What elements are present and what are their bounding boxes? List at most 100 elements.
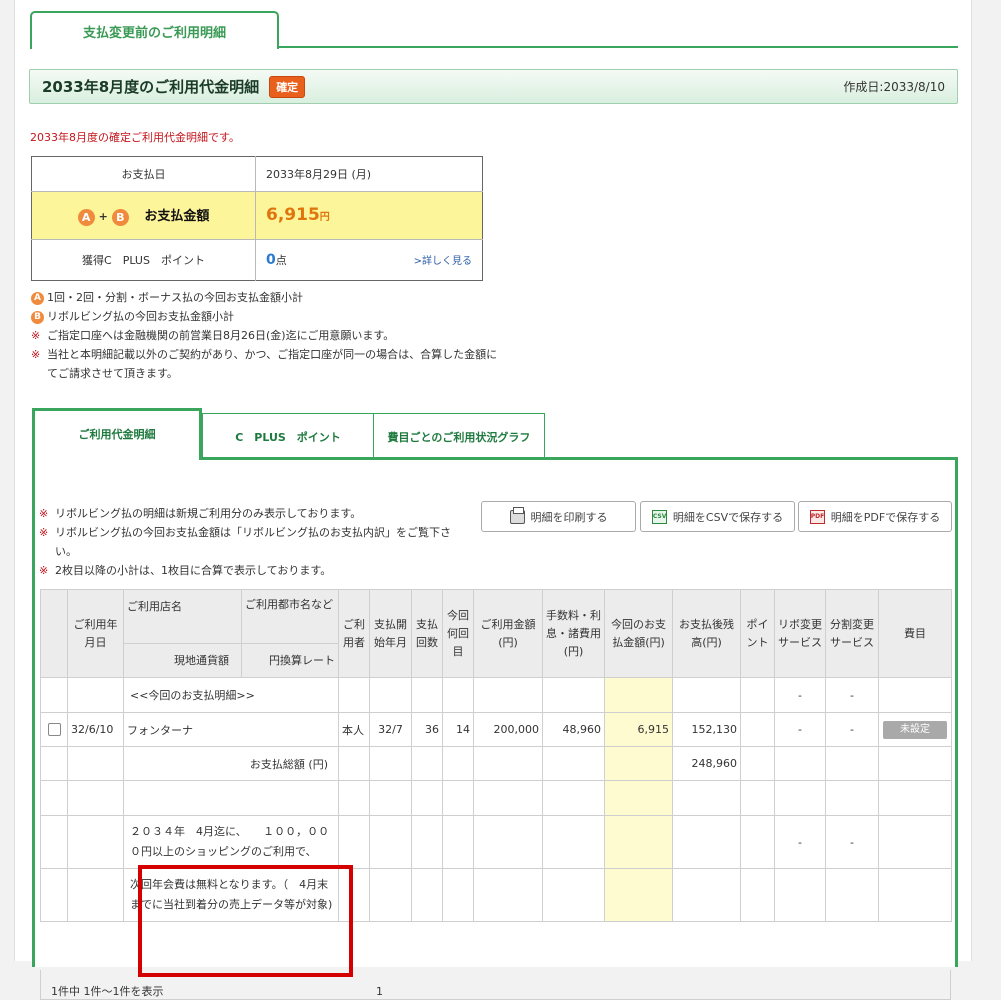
panel-note: リボルビング払の今回お支払金額は「リボルビング払のお支払内訳」をご覧下さい。 — [55, 526, 451, 558]
asterisk-icon: ※ — [39, 526, 49, 539]
pdf-save-button[interactable]: PDF 明細をPDFで保存する — [798, 501, 952, 532]
csv-icon: CSV — [651, 509, 667, 524]
pagination: 1件中 1件〜1件を表示 1 — [40, 970, 951, 1000]
points-label: 獲得C PLUS ポイント — [31, 239, 256, 281]
row-this-pay: 6,915 — [604, 712, 673, 747]
csv-save-button[interactable]: CSV 明細をCSVで保存する — [640, 501, 795, 532]
header-city: ご利用都市名など — [241, 589, 339, 644]
table-row: 次回年会費は無料となります。（ 4月末までに当社到着分の売上データ等が対象) — [40, 868, 952, 922]
asterisk-icon: ※ — [31, 348, 41, 361]
revo-value: - — [774, 712, 826, 747]
row-fee: 48,960 — [542, 712, 605, 747]
asterisk-icon: ※ — [31, 329, 41, 342]
promo-text-1: ２０３４年 4月迄に、 １００，０００円以上のショッピングのご利用で、 — [123, 815, 339, 869]
note-text: リボルビング払の今回お支払金額小計 — [47, 310, 234, 323]
circle-a-icon: A — [77, 208, 95, 226]
pay-amount-label: お支払金額 — [144, 209, 210, 225]
row-date: 32/6/10 — [67, 712, 124, 747]
tab-panel: ※ リボルビング払の明細は新規ご利用分のみ表示しております。 ※ リボルビング払の今… — [32, 457, 958, 1000]
tab-cplus-points[interactable]: C PLUS ポイント — [202, 413, 374, 460]
header-balance: お支払後残高(円) — [672, 589, 741, 678]
pay-amount-label-cell: A + B お支払金額 — [31, 191, 256, 241]
summary-notes: A 1回・2回・分割・ボーナス払の今回お支払金額小計 B リボルビング払の今回お支払… — [31, 288, 501, 383]
pay-amount-cell: 6,915円 — [255, 191, 483, 241]
split-value: - — [825, 815, 879, 869]
note-text: 当社と本明細記載以外のご契約があり、かつ、ご指定口座が同一の場合は、合算した金額… — [47, 348, 498, 380]
section-label: <<今回のお支払明細>> — [123, 677, 339, 713]
page: 支払変更前のご利用明細 2033年8月度のご利用代金明細 確定 作成日:2033… — [14, 0, 972, 1000]
result-count: 1件中 1件〜1件を表示 — [51, 985, 164, 998]
header-point: ポイント — [740, 589, 775, 678]
header-shop: ご利用店名 — [123, 589, 242, 644]
header-currency: 現地通貨額 — [123, 643, 242, 678]
revo-value: - — [774, 677, 826, 713]
page-number[interactable]: 1 — [376, 985, 383, 998]
csv-button-label: 明細をCSVで保存する — [672, 510, 784, 524]
detail-tabs: ご利用代金明細 C PLUS ポイント 費目ごとのご利用状況グラフ ※ リボルビン… — [32, 408, 958, 1000]
points-cell: 0点 >詳しく見る — [256, 240, 483, 281]
header-this-pay: 今回のお支払金額(円) — [604, 589, 673, 678]
circle-a-icon: A — [31, 291, 44, 305]
note-text: 1回・2回・分割・ボーナス払の今回お支払金額小計 — [47, 291, 303, 304]
tab-category-graph[interactable]: 費目ごとのご利用状況グラフ — [373, 413, 545, 460]
print-button[interactable]: 明細を印刷する — [481, 501, 636, 532]
header-fee: 手数料・利息・諸費用(円) — [542, 589, 605, 678]
header-split: 分割変更サービス — [825, 589, 879, 678]
row-balance: 152,130 — [672, 712, 741, 747]
row-start: 32/7 — [369, 712, 412, 747]
header-rate: 円換算レート — [241, 643, 339, 678]
row-count: 36 — [411, 712, 443, 747]
header-user: ご利用者 — [338, 589, 370, 678]
header-revo: リボ変更サービス — [774, 589, 826, 678]
plus-sign: + — [98, 210, 108, 224]
header-category: 費目 — [878, 589, 952, 678]
tab-usage-details[interactable]: ご利用代金明細 — [32, 408, 202, 460]
pdf-icon: PDF — [809, 509, 825, 524]
total-label: お支払総額 (円) — [123, 746, 339, 781]
circle-b-icon: B — [31, 310, 44, 324]
revo-value: - — [774, 815, 826, 869]
tab-before-change[interactable]: 支払変更前のご利用明細 — [30, 11, 279, 49]
category-unset-button[interactable]: 未設定 — [883, 720, 947, 739]
note-combined: ※ 当社と本明細記載以外のご契約があり、かつ、ご指定口座が同一の場合は、合算した金… — [31, 345, 501, 383]
row-user: 本人 — [338, 712, 370, 747]
split-value: - — [825, 677, 879, 713]
total-value: 248,960 — [672, 746, 741, 781]
usage-table: ご利用年月日 ご利用店名 ご利用都市名など ご利用者 支払開始年月 支払回数 今… — [40, 589, 952, 922]
note-text: ご指定口座へは金融機関の前営業日8月26日(金)迄にご用意願います。 — [47, 329, 395, 342]
table-row: ２０３４年 4月迄に、 １００，０００円以上のショッピングのご利用で、 - - — [40, 815, 952, 869]
pdf-button-label: 明細をPDFで保存する — [830, 510, 941, 524]
note-a: A 1回・2回・分割・ボーナス払の今回お支払金額小計 — [31, 288, 501, 307]
row-nth: 14 — [442, 712, 474, 747]
pay-date-label: お支払日 — [31, 156, 256, 192]
split-value: - — [825, 712, 879, 747]
row-shop: フォンターナ — [123, 712, 339, 747]
printer-icon — [509, 506, 525, 524]
pay-date-value: 2033年8月29日 (月) — [255, 156, 483, 192]
asterisk-icon: ※ — [39, 507, 49, 520]
panel-note: 2枚目以降の小計は、1枚目に合算で表示しております。 — [55, 564, 332, 577]
table-row: 32/6/10 フォンターナ 本人 32/7 36 14 200,000 48,… — [40, 712, 952, 747]
statement-header: 2033年8月度のご利用代金明細 確定 作成日:2033/8/10 — [29, 69, 958, 104]
promo-text-2: 次回年会費は無料となります。（ 4月末までに当社到着分の売上データ等が対象) — [123, 868, 339, 922]
table-row: お支払総額 (円) 248,960 — [40, 746, 952, 781]
header-count: 支払回数 — [411, 589, 443, 678]
points-detail-link[interactable]: >詳しく見る — [414, 252, 472, 267]
row-checkbox[interactable] — [47, 723, 61, 737]
table-row — [40, 780, 952, 816]
row-amount: 200,000 — [473, 712, 543, 747]
print-button-label: 明細を印刷する — [530, 510, 608, 524]
payment-summary: お支払日 2033年8月29日 (月) A + B お支払金額 6,915円 獲得C… — [31, 156, 483, 281]
note-deadline: ※ ご指定口座へは金融機関の前営業日8月26日(金)迄にご用意願います。 — [31, 326, 501, 345]
panel-notes: ※ リボルビング払の明細は新規ご利用分のみ表示しております。 ※ リボルビング払の今… — [39, 504, 459, 580]
table-row: <<今回のお支払明細>> - - — [40, 677, 952, 713]
note-b: B リボルビング払の今回お支払金額小計 — [31, 307, 501, 326]
created-date: 作成日:2033/8/10 — [843, 80, 945, 94]
pay-amount-value: 6,915 — [266, 205, 320, 226]
page-title: 2033年8月度のご利用代金明細 — [42, 78, 260, 96]
status-badge: 確定 — [269, 75, 306, 98]
panel-note: リボルビング払の明細は新規ご利用分のみ表示しております。 — [55, 507, 362, 520]
header-amount: ご利用金額(円) — [473, 589, 543, 678]
header-nth: 今回何回目 — [442, 589, 474, 678]
yen-unit: 円 — [319, 212, 330, 224]
